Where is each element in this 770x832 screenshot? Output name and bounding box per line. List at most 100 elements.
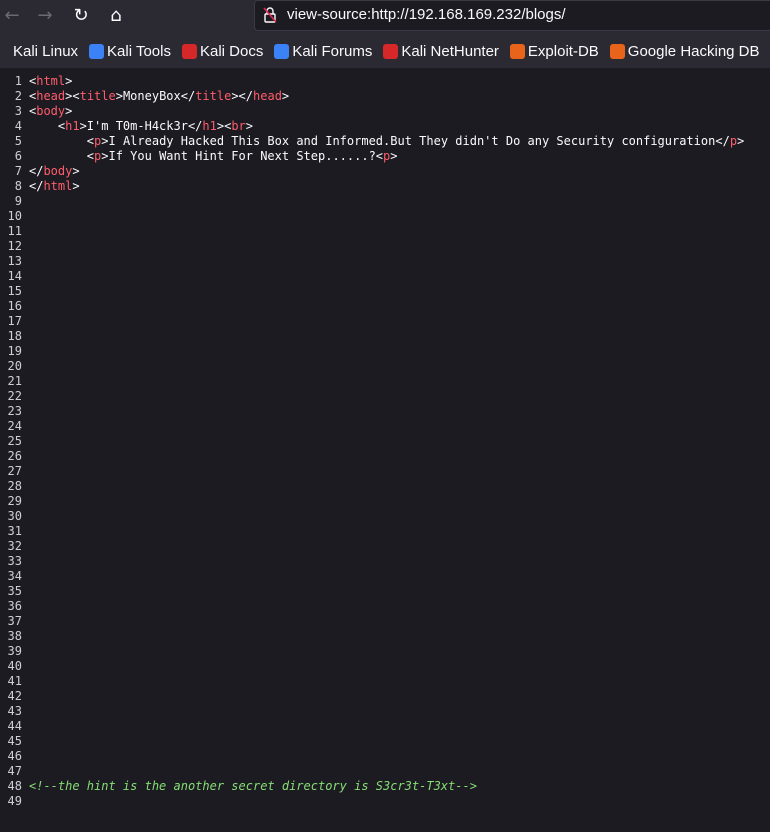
source-line: 14 — [0, 269, 770, 284]
line-number: 21 — [7, 374, 22, 388]
source-text: >< — [216, 119, 232, 133]
line-number: 23 — [7, 404, 22, 418]
browser-toolbar: ← → ↻ ⌂ view-source:http://192.168.169.2… — [0, 0, 770, 68]
line-number: 43 — [7, 704, 22, 718]
source-text: >I Already Hacked This Box and Informed.… — [101, 134, 730, 148]
source-text: > — [737, 134, 745, 148]
source-text: > — [72, 179, 80, 193]
line-code: < p>I Already Hacked This Box and Informe… — [29, 134, 744, 149]
source-line: 47 — [0, 764, 770, 779]
source-line: 29 — [0, 494, 770, 509]
url-bar[interactable]: view-source:http://192.168.169.232/blogs… — [254, 0, 770, 31]
bookmark-kali-linux[interactable]: Kali Linux — [0, 43, 78, 60]
line-number: 17 — [7, 314, 22, 328]
source-line: 26 — [0, 449, 770, 464]
kali-dragon-icon — [0, 44, 10, 59]
line-number: 41 — [7, 674, 22, 688]
tag-name: title — [79, 89, 116, 103]
source-text: ></ — [231, 89, 254, 103]
source-line: 18 — [0, 329, 770, 344]
line-number: 16 — [7, 299, 22, 313]
source-line: 48 <!--the hint is the another secret dir… — [0, 779, 770, 794]
source-line: 46 — [0, 749, 770, 764]
home-icon[interactable]: ⌂ — [104, 4, 128, 28]
line-number: 39 — [7, 644, 22, 658]
source-line: 34 — [0, 569, 770, 584]
line-number: 30 — [7, 509, 22, 523]
tag-name: body — [36, 104, 66, 118]
source-line: 49 — [0, 794, 770, 809]
source-text: </ — [29, 164, 44, 178]
source-line: 37 — [0, 614, 770, 629]
line-number: 5 — [14, 134, 22, 148]
back-arrow-icon[interactable]: ← — [0, 4, 24, 28]
line-number: 26 — [7, 449, 22, 463]
source-text: >If You Want Hint For Next Step......?< — [101, 149, 384, 163]
line-number: 14 — [7, 269, 22, 283]
source-text: >MoneyBox</ — [115, 89, 196, 103]
source-line: 20 — [0, 359, 770, 374]
source-line: 36 — [0, 599, 770, 614]
source-line: 32 — [0, 539, 770, 554]
bookmark-exploit-db[interactable]: Exploit-DB — [509, 42, 599, 60]
source-text: < — [29, 149, 95, 163]
reload-icon[interactable]: ↻ — [69, 4, 93, 28]
line-number: 38 — [7, 629, 22, 643]
line-number: 4 — [14, 119, 22, 133]
bookmark-kali-tools[interactable]: Kali Tools — [89, 43, 171, 60]
line-number: 24 — [7, 419, 22, 433]
source-line: 40 — [0, 659, 770, 674]
kali-forums-icon — [274, 43, 290, 59]
line-code: </body> — [29, 164, 80, 179]
source-line: 5 < p>I Already Hacked This Box and Infor… — [0, 134, 770, 149]
source-text: < — [29, 134, 95, 148]
bookmark-label: Kali Forums — [292, 42, 373, 60]
line-code: <!--the hint is the another secret direc… — [29, 779, 477, 794]
source-line: 25 — [0, 434, 770, 449]
line-number: 46 — [7, 749, 22, 763]
source-line: 45 — [0, 734, 770, 749]
line-number: 6 — [14, 149, 22, 163]
bookmark-kali-docs[interactable]: Kali Docs — [181, 42, 264, 60]
tag-name: body — [43, 164, 73, 178]
forward-arrow-icon[interactable]: → — [33, 4, 57, 28]
bookmark-label: Kali NetHunter — [401, 42, 499, 60]
html-comment: <!--the hint is the another secret direc… — [29, 779, 477, 793]
tag-name: h1 — [65, 119, 80, 133]
line-number: 37 — [7, 614, 22, 628]
line-number: 3 — [14, 104, 22, 118]
line-number: 40 — [7, 659, 22, 673]
tag-name: h1 — [202, 119, 217, 133]
bookmark-google-hacking-db[interactable]: Google Hacking DB — [609, 43, 760, 60]
ghdb-icon — [609, 43, 625, 59]
line-number: 2 — [14, 89, 22, 103]
line-code: </html> — [29, 179, 80, 194]
line-number: 7 — [14, 164, 22, 178]
source-line: 44 — [0, 719, 770, 734]
line-number: 44 — [7, 719, 22, 733]
source-line: 17 — [0, 314, 770, 329]
bookmark-kali-nethunter[interactable]: Kali NetHunter — [383, 43, 499, 60]
source-text: >I'm T0m-H4ck3r</ — [79, 119, 203, 133]
line-number: 45 — [7, 734, 22, 748]
line-number: 48 — [7, 779, 22, 793]
line-code: <body> — [29, 104, 72, 119]
tag-name: br — [231, 119, 246, 133]
bookmark-label: Kali Docs — [199, 42, 264, 60]
source-line: 43 — [0, 704, 770, 719]
source-line: 22 — [0, 389, 770, 404]
bookmark-kali-forums[interactable]: Kali Forums — [274, 43, 372, 60]
kali-tools-icon — [89, 43, 105, 59]
source-line: 33 — [0, 554, 770, 569]
source-text: < — [29, 119, 66, 133]
line-code: <p>If You Want Hint For Next Step......?… — [29, 149, 398, 164]
source-line: 24 — [0, 419, 770, 434]
url-text[interactable]: view-source:http://192.168.169.232/blogs… — [287, 6, 566, 23]
source-text: > — [390, 149, 398, 163]
source-line: 7 </body> — [0, 164, 770, 179]
source-line: 21 — [0, 374, 770, 389]
source-line: 2 <head><title>MoneyBox</title></head> — [0, 89, 770, 104]
bookmark-label: Exploit-DB — [527, 42, 599, 60]
tag-name: html — [36, 74, 66, 88]
source-line: 19 — [0, 344, 770, 359]
